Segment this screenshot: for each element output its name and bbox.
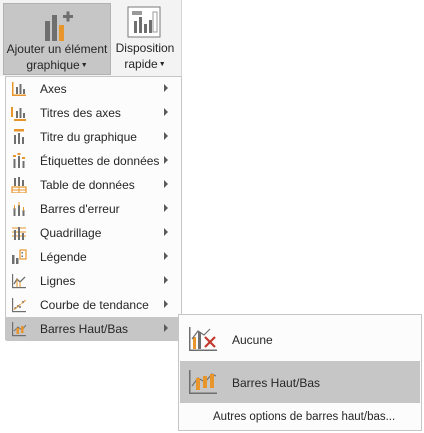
chevron-right-icon — [164, 180, 168, 188]
menu-item-label: Barres Haut/Bas — [40, 322, 129, 336]
menu-item-error-bars[interactable]: Barres d'erreur — [6, 197, 181, 221]
ribbon-chart-layouts-group: Ajouter un élément graphique▼ Dispositio… — [0, 0, 182, 76]
add-chart-element-menu: Axes Titres des axes Titre du graphique … — [5, 76, 182, 341]
chevron-down-icon: ▼ — [158, 61, 166, 69]
add-chart-element-label-text: graphique — [26, 58, 80, 72]
menu-item-label: Barres d'erreur — [40, 202, 120, 216]
menu-item-trendline[interactable]: Courbe de tendance — [6, 293, 181, 317]
quick-layout-button[interactable]: Disposition rapide▼ — [112, 3, 178, 75]
submenu-item-none[interactable]: Aucune — [180, 319, 420, 359]
menu-item-data-labels[interactable]: Étiquettes de données — [6, 149, 181, 173]
menu-item-label: Table de données — [40, 178, 135, 192]
up-down-bars-large-icon — [189, 370, 217, 394]
legend-icon — [12, 249, 27, 264]
axes-icon — [12, 82, 26, 96]
submenu-item-up-down-bars[interactable]: Barres Haut/Bas — [180, 361, 420, 403]
menu-item-label: Titres des axes — [40, 106, 121, 120]
menu-item-label: Titre du graphique — [40, 130, 137, 144]
quick-layout-label-line2: rapide▼ — [112, 57, 178, 72]
chevron-right-icon — [164, 132, 168, 140]
axis-titles-icon — [11, 107, 26, 121]
no-up-down-bars-icon — [189, 327, 217, 351]
chart-title-icon — [14, 129, 24, 144]
chevron-right-icon — [164, 228, 168, 236]
quick-layout-icon — [127, 6, 161, 38]
menu-item-label: Axes — [40, 82, 67, 96]
chevron-right-icon — [164, 84, 168, 92]
quick-layout-label-text: rapide — [124, 57, 158, 71]
menu-item-label: Étiquettes de données — [40, 154, 160, 168]
add-chart-element-icon — [45, 11, 73, 41]
menu-item-legend[interactable]: Légende — [6, 245, 181, 269]
menu-item-lines[interactable]: Lignes — [6, 269, 181, 293]
chevron-down-icon: ▼ — [80, 62, 88, 70]
submenu-item-label: Aucune — [232, 333, 273, 347]
up-down-bars-submenu: Aucune Barres Haut/Bas Autres options de… — [178, 314, 422, 431]
menu-item-data-table[interactable]: Table de données — [6, 173, 181, 197]
menu-item-axis-titles[interactable]: Titres des axes — [6, 101, 181, 125]
chevron-right-icon — [164, 276, 168, 284]
chevron-right-icon — [164, 300, 168, 308]
up-down-bars-icon — [12, 322, 27, 337]
submenu-item-label: Barres Haut/Bas — [232, 376, 321, 390]
more-up-down-bars-options-link[interactable]: Autres options de barres haut/bas... — [213, 411, 395, 423]
menu-item-chart-title[interactable]: Titre du graphique — [6, 125, 181, 149]
chevron-right-icon — [164, 204, 168, 212]
quick-layout-label-line1: Disposition — [115, 41, 175, 55]
chevron-right-icon — [164, 252, 168, 260]
chevron-right-icon — [164, 324, 168, 332]
menu-item-up-down-bars[interactable]: Barres Haut/Bas — [6, 317, 181, 341]
add-chart-element-button[interactable]: Ajouter un élément graphique▼ — [3, 3, 111, 75]
lines-icon — [12, 274, 26, 289]
error-bars-icon — [13, 202, 25, 216]
chevron-right-icon — [164, 108, 168, 116]
gridlines-icon — [12, 227, 26, 240]
menu-item-label: Courbe de tendance — [40, 298, 149, 312]
menu-item-label: Quadrillage — [40, 226, 102, 240]
menu-item-label: Lignes — [40, 274, 76, 288]
menu-item-label: Légende — [40, 250, 87, 264]
add-chart-element-label-line2: graphique▼ — [4, 58, 110, 73]
chevron-right-icon — [164, 156, 168, 164]
trendline-icon — [12, 298, 27, 313]
menu-item-gridlines[interactable]: Quadrillage — [6, 221, 181, 245]
menu-item-axes[interactable]: Axes — [6, 77, 181, 101]
data-labels-icon — [13, 153, 25, 168]
data-table-icon — [11, 177, 27, 193]
add-chart-element-label-line1: Ajouter un élément — [6, 42, 108, 56]
